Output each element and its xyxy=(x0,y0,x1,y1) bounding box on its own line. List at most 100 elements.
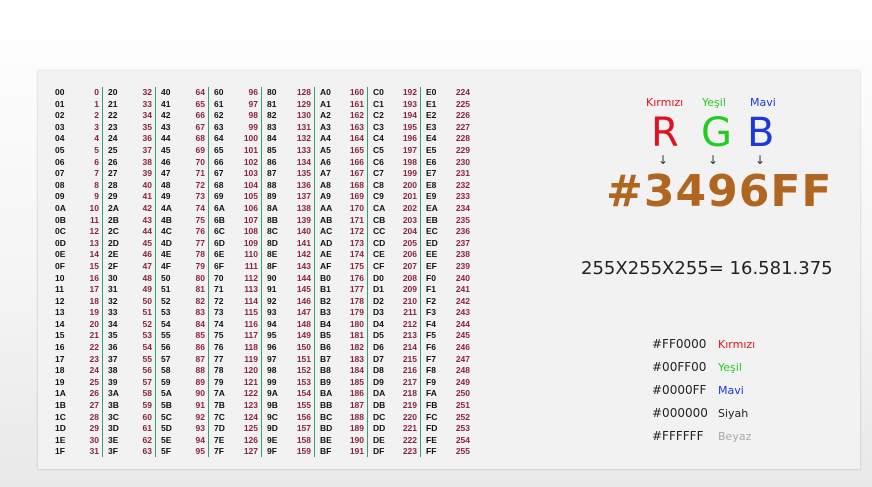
decimal-value: 76 xyxy=(195,226,205,237)
table-row: 95 149 xyxy=(267,330,314,342)
decimal-value: 217 xyxy=(402,376,417,387)
hex-value: 42 xyxy=(161,110,171,121)
hex-value: 6B xyxy=(214,214,225,225)
decimal-value: 206 xyxy=(402,249,417,260)
table-row: 67 103 xyxy=(214,168,261,180)
table-column: 80 128 81 129 82 130 83 131 84 132 85 133 86 134 87 135… xyxy=(262,87,315,457)
table-row: 34 52 xyxy=(108,319,155,331)
table-row: B0 176 xyxy=(320,273,367,285)
table-row: 9D 157 xyxy=(267,423,314,435)
table-row: 84 132 xyxy=(267,133,314,145)
table-row: 9B 155 xyxy=(267,400,314,412)
hex-value: AF xyxy=(320,260,332,271)
table-row: 38 56 xyxy=(108,365,155,377)
hex-value: 7E xyxy=(214,434,225,445)
decimal-value: 138 xyxy=(296,202,311,213)
hex-value: 99 xyxy=(267,376,277,387)
decimal-value: 136 xyxy=(296,179,311,190)
decimal-value: 119 xyxy=(244,353,258,364)
hex-value: 08 xyxy=(55,179,65,190)
hex-value: 56 xyxy=(161,342,171,353)
table-row: D0 208 xyxy=(373,273,420,285)
hex-value: 34 xyxy=(108,318,118,329)
hex-value: 40 xyxy=(161,87,171,97)
hex-value: 17 xyxy=(55,353,65,364)
table-row: 9A 154 xyxy=(267,388,314,400)
decimal-value: 141 xyxy=(296,237,311,248)
table-row: E6 230 xyxy=(426,157,474,169)
decimal-value: 161 xyxy=(349,98,364,109)
table-column: 20 32 21 33 22 34 23 35 24 36 25 37 26 38 27 39 28 40 29 41… xyxy=(103,87,156,457)
legend-color-name: Beyaz xyxy=(718,430,752,443)
decimal-value: 21 xyxy=(89,330,99,341)
table-row: 82 130 xyxy=(267,110,314,122)
table-row: 5C 92 xyxy=(161,412,208,424)
decimal-value: 182 xyxy=(349,342,364,353)
hex-value: 63 xyxy=(214,121,224,132)
hex-value: 5B xyxy=(161,400,172,411)
decimal-value: 97 xyxy=(248,98,258,109)
table-row: D1 209 xyxy=(373,284,420,296)
table-row: 2E 46 xyxy=(108,249,155,261)
hex-value: 3E xyxy=(108,434,119,445)
hex-value: 1E xyxy=(55,434,66,445)
decimal-value: 52 xyxy=(142,318,152,329)
table-row: E1 225 xyxy=(426,99,474,111)
table-row: C4 196 xyxy=(373,133,420,145)
hex-value: 64 xyxy=(214,133,224,144)
table-row: E2 226 xyxy=(426,110,474,122)
hex-value: 14 xyxy=(55,318,65,329)
table-row: 0A 10 xyxy=(55,203,102,215)
decimal-value: 19 xyxy=(89,307,99,318)
hex-value: D1 xyxy=(373,284,384,295)
decimal-value: 170 xyxy=(349,202,364,213)
hex-value: 6D xyxy=(214,237,225,248)
table-row: 8E 142 xyxy=(267,249,314,261)
table-row: D6 214 xyxy=(373,342,420,354)
table-row: D7 215 xyxy=(373,354,420,366)
table-row: 0C 12 xyxy=(55,226,102,238)
decimal-value: 147 xyxy=(296,307,311,318)
table-row: 4D 77 xyxy=(161,238,208,250)
hex-value: 80 xyxy=(267,87,277,97)
table-row: 5A 90 xyxy=(161,388,208,400)
hex-value: 82 xyxy=(267,110,277,121)
table-row: 7A 122 xyxy=(214,388,261,400)
hex-value: 84 xyxy=(267,133,277,144)
decimal-value: 168 xyxy=(349,179,364,190)
table-row: 20 32 xyxy=(108,87,155,99)
table-row: 75 117 xyxy=(214,330,261,342)
decimal-value: 221 xyxy=(402,423,417,434)
hex-value: C4 xyxy=(373,133,384,144)
table-row: 5F 95 xyxy=(161,446,208,458)
decimal-value: 83 xyxy=(195,307,205,318)
hex-value: 39 xyxy=(108,376,118,387)
table-row: AD 173 xyxy=(320,238,367,250)
decimal-value: 115 xyxy=(244,307,258,318)
hex-value: 53 xyxy=(161,307,171,318)
hex-value: 89 xyxy=(267,191,277,202)
decimal-value: 53 xyxy=(142,330,152,341)
hex-value: CD xyxy=(373,237,386,248)
table-row: 3F 63 xyxy=(108,446,155,458)
decimal-value: 86 xyxy=(195,342,205,353)
decimal-value: 37 xyxy=(142,144,152,155)
hex-value: E8 xyxy=(426,179,437,190)
hex-value: 10 xyxy=(55,272,65,283)
hex-value: 19 xyxy=(55,376,65,387)
decimal-value: 8 xyxy=(94,179,99,190)
decimal-value: 242 xyxy=(455,295,470,306)
hex-value: 9D xyxy=(267,423,278,434)
hex-value: 0D xyxy=(55,237,66,248)
hex-value: 61 xyxy=(214,98,224,109)
decimal-value: 164 xyxy=(349,133,364,144)
table-row: 6A 106 xyxy=(214,203,261,215)
decimal-value: 187 xyxy=(349,400,364,411)
table-row: DD 221 xyxy=(373,423,420,435)
table-row: 88 136 xyxy=(267,180,314,192)
decimal-value: 250 xyxy=(455,388,470,399)
table-row: 0D 13 xyxy=(55,238,102,250)
table-row: B3 179 xyxy=(320,307,367,319)
hex-value: E9 xyxy=(426,191,437,202)
table-row: D4 212 xyxy=(373,319,420,331)
